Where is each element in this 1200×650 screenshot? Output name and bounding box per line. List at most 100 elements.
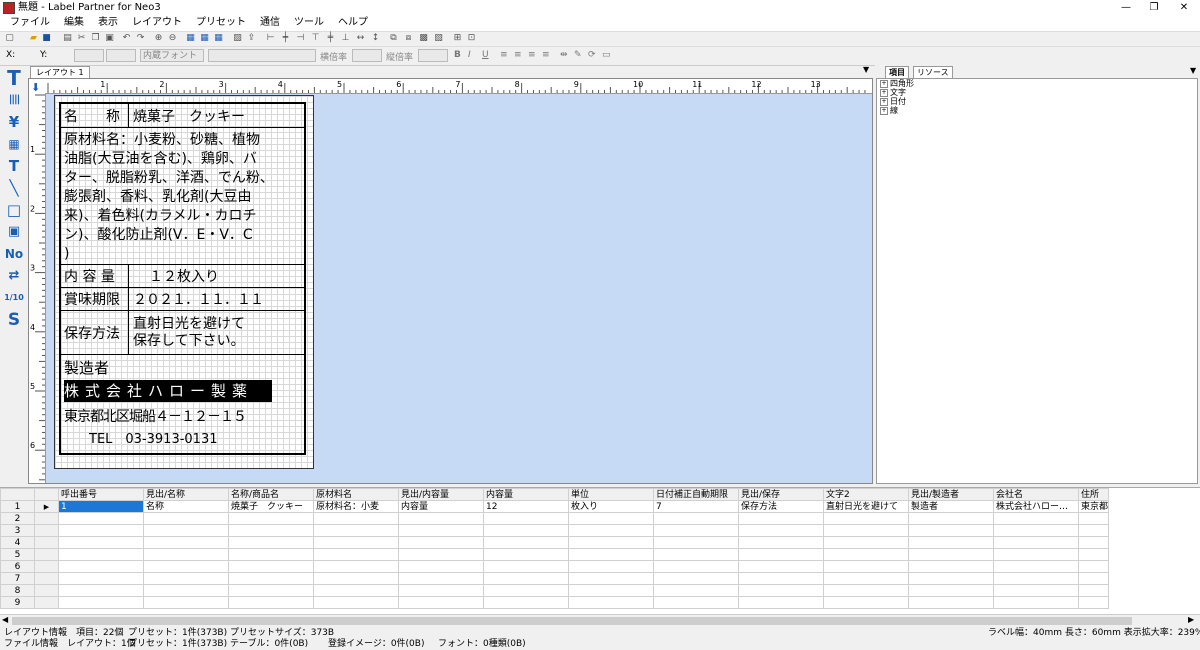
grid-cell[interactable] <box>823 560 909 573</box>
row-number[interactable]: 9 <box>0 596 35 609</box>
tab-dropdown-icon[interactable]: ▼ <box>863 65 869 74</box>
column-header[interactable]: 内容量 <box>483 488 569 501</box>
table-row[interactable]: 1 ▶ 1 名称 焼菓子 クッキー 原材料名：小麦 内容量 12 枚入り 7 保存方法 直射日光を避け… <box>0 500 1109 513</box>
grid-cell[interactable] <box>908 584 994 597</box>
label-preview[interactable]: 名 称 焼菓子 クッキー 原材料名：小麦粉、砂糖、植物 油脂(大豆油を含む)、鶏… <box>54 95 314 469</box>
grid-cell[interactable] <box>313 560 399 573</box>
table-row[interactable]: 2 <box>0 512 1109 525</box>
table-row[interactable]: 9 <box>0 596 1109 609</box>
grid-cell[interactable]: 内容量 <box>398 500 484 513</box>
grid-cell[interactable]: 保存方法 <box>738 500 824 513</box>
redo-icon[interactable]: ↷ <box>135 33 146 44</box>
grid-cell[interactable] <box>1078 548 1109 561</box>
snap-icon[interactable]: ⊡ <box>466 33 477 44</box>
align-bottom-icon[interactable]: ⊥ <box>340 33 351 44</box>
expand-icon[interactable]: + <box>880 88 888 97</box>
price-tool-icon[interactable]: ¥ <box>4 112 24 132</box>
table-row[interactable]: 7 <box>0 572 1109 585</box>
name-row[interactable]: 名 称 焼菓子 クッキー <box>61 104 304 128</box>
scroll-left-icon[interactable]: ◀ <box>2 615 8 624</box>
grid-cell[interactable] <box>568 596 654 609</box>
undo-icon[interactable]: ↶ <box>121 33 132 44</box>
grid-cell[interactable] <box>908 572 994 585</box>
font-size-select[interactable] <box>208 49 316 62</box>
grid-cell[interactable] <box>398 572 484 585</box>
row-number[interactable]: 7 <box>0 572 35 585</box>
grid-cell[interactable] <box>738 512 824 525</box>
grid-cell[interactable] <box>483 596 569 609</box>
column-header[interactable]: 見出/内容量 <box>398 488 484 501</box>
grid-cell[interactable] <box>653 572 739 585</box>
grid-cell[interactable]: 直射日光を避けて <box>823 500 909 513</box>
grid-cell[interactable] <box>568 536 654 549</box>
column-header[interactable] <box>34 488 59 501</box>
barcode-tool-icon[interactable]: |||| <box>4 90 24 110</box>
menu-preset[interactable]: プリセット <box>189 15 253 31</box>
grid-cell[interactable] <box>58 512 144 525</box>
expiry-row[interactable]: 賞味期限 ２０２１．１１．１１ <box>61 288 304 311</box>
grid-cell[interactable] <box>58 560 144 573</box>
table-row[interactable]: 6 <box>0 560 1109 573</box>
scrollbar-thumb[interactable] <box>12 617 1132 625</box>
grid-cell[interactable] <box>1078 572 1109 585</box>
close-button[interactable]: ✕ <box>1170 0 1198 15</box>
grid-cell[interactable] <box>483 560 569 573</box>
new-file-icon[interactable]: ▢ <box>4 33 15 44</box>
grid-cell[interactable] <box>568 572 654 585</box>
grid-cell[interactable] <box>313 512 399 525</box>
grid-cell[interactable] <box>823 536 909 549</box>
tree-item-line[interactable]: + 線 <box>877 106 1197 115</box>
grid-cell[interactable] <box>738 572 824 585</box>
grid-cell[interactable] <box>568 584 654 597</box>
grid-cell[interactable] <box>1078 524 1109 537</box>
grid-cell[interactable] <box>908 548 994 561</box>
table-row[interactable]: 5 <box>0 548 1109 561</box>
grid-cell[interactable] <box>58 584 144 597</box>
content-row[interactable]: 内 容 量 １２枚入り <box>61 265 304 288</box>
grid-cell[interactable] <box>908 560 994 573</box>
column-header[interactable] <box>0 488 35 501</box>
bring-front-icon[interactable]: ▩ <box>418 33 429 44</box>
row-number[interactable]: 2 <box>0 512 35 525</box>
grid-cell[interactable] <box>228 512 314 525</box>
grid-cell[interactable] <box>653 512 739 525</box>
grid-cell[interactable] <box>823 572 909 585</box>
grid-cell[interactable] <box>398 536 484 549</box>
align-center-icon[interactable]: ┿ <box>280 33 291 44</box>
grid-cell[interactable] <box>143 560 229 573</box>
grid-cell[interactable] <box>143 548 229 561</box>
number-tool-icon[interactable]: No <box>4 244 24 264</box>
horizontal-scrollbar[interactable]: ◀ ▶ <box>0 614 1200 627</box>
vscale-select[interactable] <box>418 49 448 62</box>
grid-cell[interactable] <box>908 524 994 537</box>
column-header[interactable]: 呼出番号 <box>58 488 144 501</box>
grid-cell[interactable] <box>993 584 1079 597</box>
grid-cell[interactable] <box>993 596 1079 609</box>
grid-cell[interactable] <box>228 536 314 549</box>
row-number[interactable]: 8 <box>0 584 35 597</box>
rectangle-tool-icon[interactable]: □ <box>4 200 24 220</box>
row-number[interactable]: 1 <box>0 500 35 513</box>
ungroup-icon[interactable]: ⧈ <box>403 33 414 44</box>
column-header[interactable]: 見出/名称 <box>143 488 229 501</box>
column-header[interactable]: 見出/製造者 <box>908 488 994 501</box>
grid-cell[interactable] <box>228 572 314 585</box>
grid-cell[interactable]: 枚入り <box>568 500 654 513</box>
line-style-icon[interactable]: ▭ <box>602 50 611 60</box>
underline-button[interactable]: U <box>482 50 489 60</box>
grid-cell[interactable] <box>1078 560 1109 573</box>
grid-cell[interactable] <box>568 548 654 561</box>
grid-cell[interactable] <box>58 548 144 561</box>
ingredients-row[interactable]: 原材料名：小麦粉、砂糖、植物 油脂(大豆油を含む)、鶏卵、バ ター、脱脂粉乳、洋… <box>61 128 304 265</box>
same-height-icon[interactable]: ↕ <box>370 33 381 44</box>
fraction-tool-icon[interactable]: 1/10 <box>4 288 24 308</box>
column-header[interactable]: 会社名 <box>993 488 1079 501</box>
tree-item-date[interactable]: + 日付 <box>877 97 1197 106</box>
grid-cell[interactable] <box>483 536 569 549</box>
grid-cell[interactable] <box>568 512 654 525</box>
hscale-select[interactable] <box>352 49 382 62</box>
grid-cell[interactable] <box>738 584 824 597</box>
vertical-text-tool-icon[interactable]: T <box>4 156 24 176</box>
grid-cell[interactable] <box>738 548 824 561</box>
grid-cell[interactable] <box>823 596 909 609</box>
